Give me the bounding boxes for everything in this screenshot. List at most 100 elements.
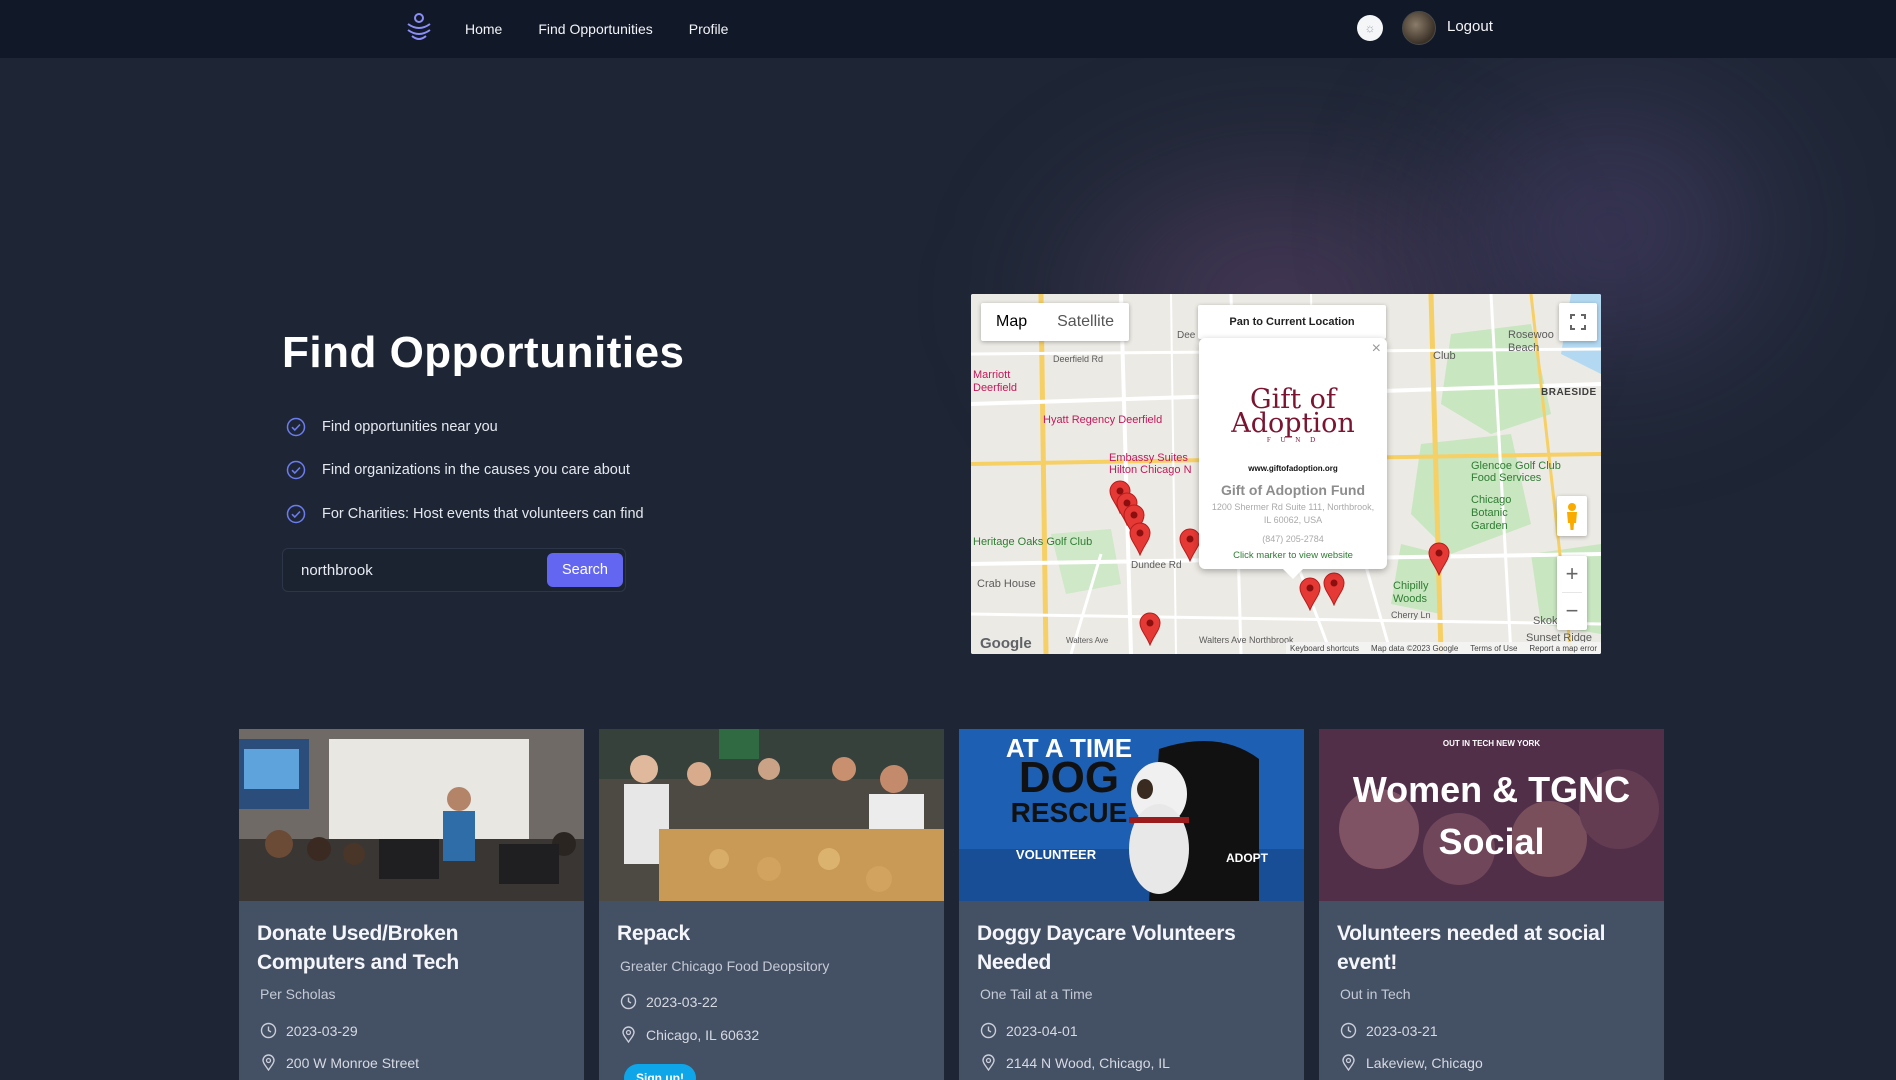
feature-text: Find organizations in the causes you car…: [322, 462, 630, 479]
card-location-text: 2144 N Wood, Chicago, IL: [1006, 1054, 1170, 1071]
card-org: Out in Tech: [1340, 986, 1411, 1002]
page-title: Find Opportunities: [282, 328, 685, 377]
map-label-northbrook: Walters Ave Northbrook: [1199, 635, 1294, 645]
card-title: Volunteers needed at social event!: [1337, 922, 1606, 974]
card-image-classroom: [239, 729, 584, 901]
close-icon[interactable]: ×: [1372, 340, 1381, 358]
nav-home[interactable]: Home: [465, 21, 502, 37]
card-location-text: 200 W Monroe Street: [286, 1054, 420, 1071]
pan-to-current-location-button[interactable]: Pan to Current Location: [1198, 305, 1386, 339]
card-image-text: RESCUE: [1010, 797, 1128, 828]
check-circle-icon: [286, 417, 306, 436]
card-date-text: 2023-03-29: [286, 1022, 358, 1039]
card-title: Doggy Daycare Volunteers Needed: [977, 922, 1236, 974]
feature-list: Find opportunities near you Find organiz…: [286, 405, 644, 536]
card-image-social-event: [1319, 729, 1664, 901]
google-map[interactable]: Marriott Deerfield Deerfield Rd Hyatt Re…: [971, 294, 1601, 654]
card-location-text: Chicago, IL 60632: [646, 1026, 760, 1043]
location-pin-icon: [1342, 1054, 1355, 1071]
zoom-control: + −: [1557, 556, 1587, 630]
info-window-address: 1200 Shermer Rd Suite 111, Northbrook, I…: [1211, 502, 1375, 525]
card-org: Per Scholas: [260, 986, 336, 1002]
map-attribution: Keyboard shortcuts Map data ©2023 Google…: [1286, 642, 1601, 654]
card-image-text: OUT IN TECH NEW YORK: [1442, 739, 1541, 748]
feature-text: For Charities: Host events that voluntee…: [322, 505, 644, 522]
opportunity-card[interactable]: OUT IN TECH NEW YORK Women & TGNC Social…: [1319, 729, 1664, 1080]
map-label-chipilly: Chipilly Woods: [1393, 580, 1429, 605]
card-image-text: Women & TGNC: [1352, 769, 1631, 810]
map-marker[interactable]: [1179, 528, 1201, 562]
signup-button[interactable]: Sign up!: [624, 1064, 696, 1080]
map-marker[interactable]: [1299, 577, 1321, 611]
card-org: One Tail at a Time: [980, 986, 1093, 1002]
clock-icon: [620, 993, 637, 1010]
card-image-text: Social: [1438, 821, 1545, 862]
feature-item: For Charities: Host events that voluntee…: [286, 492, 644, 536]
zoom-in-button[interactable]: +: [1557, 556, 1587, 592]
map-label-marriott: Marriott Deerfield: [973, 369, 1018, 394]
info-window-name: Gift of Adoption Fund: [1220, 482, 1366, 498]
card-date: 2023-03-22: [620, 993, 718, 1010]
fullscreen-icon[interactable]: [1559, 303, 1597, 341]
map-label-embassy: Embassy Suites Hilton Chicago N: [1109, 452, 1192, 476]
feature-text: Find opportunities near you: [322, 418, 498, 435]
map-type-satellite-button[interactable]: Satellite: [1042, 303, 1129, 341]
google-logo[interactable]: Google: [980, 635, 1032, 652]
clock-icon: [260, 1022, 277, 1039]
card-location: Chicago, IL 60632: [620, 1026, 759, 1043]
opportunity-card[interactable]: Donate Used/Broken Computers and Tech Pe…: [239, 729, 584, 1080]
map-label-braeside: BRAESIDE: [1541, 387, 1597, 398]
card-location: 2144 N Wood, Chicago, IL: [980, 1054, 1170, 1071]
map-marker[interactable]: [1323, 572, 1345, 606]
card-image-food-depository: [599, 729, 944, 901]
card-image-text: DOG: [1018, 753, 1120, 802]
map-label-glencoe: Glencoe Golf Club Food Services: [1471, 460, 1561, 484]
gift-of-adoption-logo: Gift of Adoption F U N D: [1231, 384, 1355, 444]
map-marker[interactable]: [1139, 612, 1161, 646]
avatar[interactable]: [1402, 11, 1436, 45]
nav-profile[interactable]: Profile: [689, 21, 729, 37]
card-date-text: 2023-03-22: [646, 993, 718, 1010]
report-error-link[interactable]: Report a map error: [1529, 644, 1597, 653]
card-date: 2023-03-29: [260, 1022, 358, 1039]
location-pin-icon: [622, 1026, 635, 1043]
terms-link[interactable]: Terms of Use: [1470, 644, 1517, 653]
map-label-deerfield-rd: Deerfield Rd: [1053, 354, 1104, 364]
search-button[interactable]: Search: [547, 553, 623, 587]
zoom-out-button[interactable]: −: [1557, 593, 1587, 629]
map-label-club: Club: [1433, 350, 1456, 362]
map-marker[interactable]: [1428, 542, 1450, 576]
map-label-walters: Walters Ave: [1066, 636, 1109, 645]
map-type-map-button[interactable]: Map: [981, 303, 1042, 341]
card-date-text: 2023-04-01: [1006, 1022, 1078, 1039]
map-label-chicago-botanic: Chicago Botanic Garden: [1471, 494, 1512, 532]
sun-icon[interactable]: ☼: [1357, 15, 1383, 41]
map-marker[interactable]: [1129, 522, 1151, 556]
map-type-control: Map Satellite: [981, 303, 1130, 341]
navbar: Home Find Opportunities Profile ☼ Logout: [0, 0, 1896, 58]
card-date: 2023-04-01: [980, 1022, 1078, 1039]
card-location: Lakeview, Chicago: [1340, 1054, 1483, 1071]
card-title: Repack: [617, 922, 690, 945]
feature-item: Find opportunities near you: [286, 405, 644, 449]
info-window-link[interactable]: Click marker to view website: [1199, 550, 1387, 561]
check-circle-icon: [286, 504, 306, 523]
opportunity-card[interactable]: Repack Greater Chicago Food Deopsitory 2…: [599, 729, 944, 1080]
hands-heart-logo-icon[interactable]: [404, 12, 434, 44]
pegman-icon[interactable]: [1557, 496, 1587, 536]
logout-button[interactable]: Logout: [1447, 18, 1493, 35]
opportunity-card[interactable]: AT A TIME DOG RESCUE VOLUNTEER ADOPT Dog…: [959, 729, 1304, 1080]
search-input[interactable]: [283, 549, 543, 591]
card-image-text: VOLUNTEER: [1015, 847, 1097, 862]
nav-find-opportunities[interactable]: Find Opportunities: [538, 21, 652, 37]
clock-icon: [980, 1022, 997, 1039]
card-date: 2023-03-21: [1340, 1022, 1438, 1039]
info-window-phone: (847) 205-2784: [1262, 534, 1324, 544]
map-info-window: × Gift of Adoption F U N D www.giftofado…: [1199, 338, 1387, 579]
map-label-dundee: Dundee Rd: [1131, 560, 1182, 571]
info-window-url: www.giftofadoption.org: [1248, 464, 1338, 473]
card-org: Greater Chicago Food Deopsitory: [620, 958, 830, 974]
keyboard-shortcuts-link[interactable]: Keyboard shortcuts: [1290, 644, 1359, 653]
check-circle-icon: [286, 461, 306, 480]
card-image-text: ADOPT: [1226, 851, 1268, 865]
